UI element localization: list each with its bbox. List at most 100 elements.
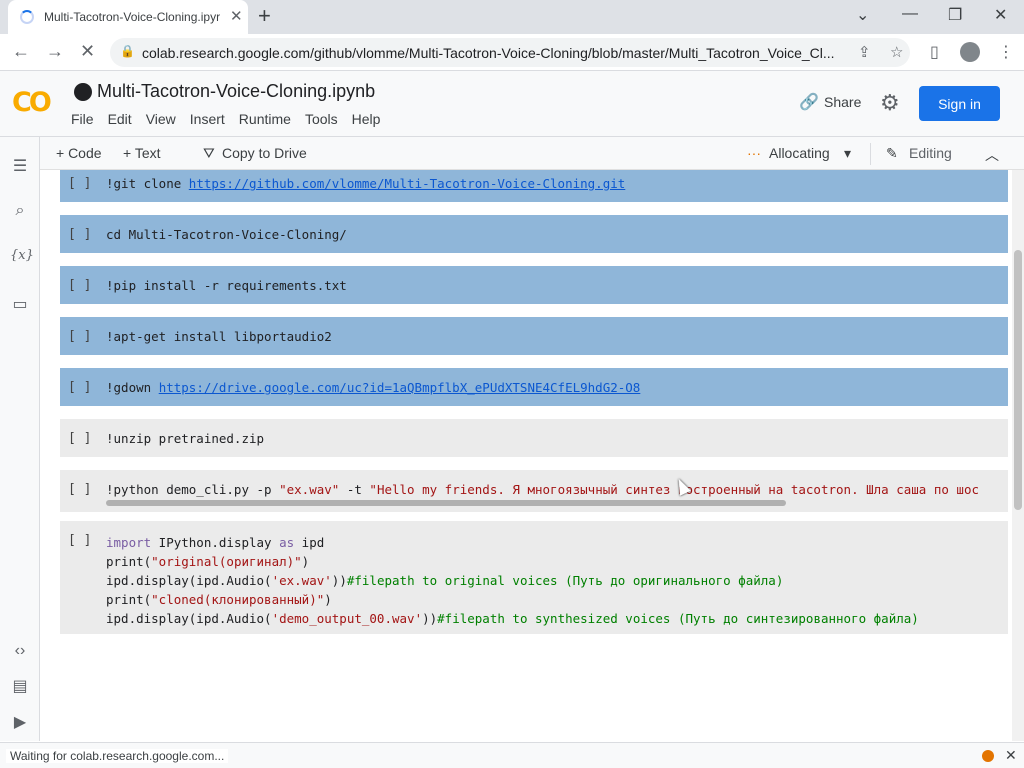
code-token: print( bbox=[106, 554, 152, 569]
vertical-scrollbar-thumb[interactable] bbox=[1014, 250, 1022, 510]
cell-code[interactable]: !unzip pretrained.zip bbox=[106, 431, 999, 446]
code-token: IPython.display bbox=[151, 535, 280, 550]
cell-code[interactable]: !git clone https://github.com/vlomme/Mul… bbox=[106, 176, 999, 191]
status-indicator-icon bbox=[982, 750, 994, 762]
run-cell-button[interactable]: [ ] bbox=[68, 176, 91, 191]
terminal-icon[interactable]: ▶ bbox=[10, 712, 30, 732]
browser-menu-icon[interactable]: ⋮ bbox=[998, 42, 1014, 62]
code-token: ipd.display(ipd.Audio( bbox=[106, 611, 272, 626]
loading-spinner-icon bbox=[20, 10, 34, 24]
run-cell-button[interactable]: [ ] bbox=[68, 227, 91, 242]
stop-loading-button[interactable]: ✕ bbox=[80, 41, 95, 62]
cell-code[interactable]: cd Multi-Tacotron-Voice-Cloning/ bbox=[106, 227, 999, 242]
browser-tab-strip: Multi-Tacotron-Voice-Cloning.ipyr ✕ + ⌄ … bbox=[0, 0, 1024, 34]
code-line: import IPython.display as ipd bbox=[106, 533, 999, 552]
settings-gear-icon[interactable]: ⚙ bbox=[880, 90, 900, 116]
tab-close-icon[interactable]: ✕ bbox=[230, 7, 243, 25]
share-page-icon[interactable]: ⇪ bbox=[858, 43, 871, 61]
cell-code[interactable]: !apt-get install libportaudio2 bbox=[106, 329, 999, 344]
code-token: #filepath to synthesized voices (Путь до… bbox=[437, 611, 919, 626]
side-panel-icon[interactable]: ▯ bbox=[930, 42, 939, 62]
code-token: as bbox=[279, 535, 295, 550]
pencil-icon: ✎ bbox=[886, 145, 898, 161]
code-snippets-icon[interactable]: ‹› bbox=[10, 642, 30, 660]
run-cell-button[interactable]: [ ] bbox=[68, 380, 91, 395]
bookmark-star-icon[interactable]: ☆ bbox=[890, 43, 903, 61]
code-token: #filepath to original voices (Путь до ор… bbox=[346, 573, 784, 588]
code-line: ipd.display(ipd.Audio('demo_output_00.wa… bbox=[106, 609, 999, 628]
code-cell[interactable]: [ ] import IPython.display as ipd print("… bbox=[60, 521, 1008, 634]
menu-edit[interactable]: Edit bbox=[108, 111, 132, 127]
code-token: "cloned(клонированный)" bbox=[151, 592, 325, 607]
code-token: print( bbox=[106, 592, 152, 607]
code-cell[interactable]: [ ] !git clone https://github.com/vlomme… bbox=[60, 170, 1008, 202]
code-cell[interactable]: [ ] cd Multi-Tacotron-Voice-Cloning/ bbox=[60, 215, 1008, 253]
tab-search-icon[interactable]: ⌄ bbox=[856, 5, 869, 25]
chevron-down-icon[interactable]: ▾ bbox=[844, 145, 851, 162]
code-token: ipd bbox=[294, 535, 325, 550]
code-token: !unzip pretrained.zip bbox=[106, 431, 265, 446]
close-status-icon[interactable]: ✕ bbox=[1005, 747, 1017, 764]
notebook-title[interactable]: Multi-Tacotron-Voice-Cloning.ipynb bbox=[97, 81, 375, 102]
code-link[interactable]: https://drive.google.com/uc?id=1aQBmpflb… bbox=[159, 380, 641, 395]
colab-toolbar: + Code + Text ⛛ Copy to Drive ··· Alloca… bbox=[40, 137, 1024, 170]
code-token: cd Multi-Tacotron-Voice-Cloning/ bbox=[106, 227, 347, 242]
code-cell[interactable]: [ ] !python demo_cli.py -p "ex.wav" -t "… bbox=[60, 470, 1008, 512]
address-bar[interactable]: 🔒 colab.research.google.com/github/vlomm… bbox=[110, 38, 910, 67]
drive-icon: ⛛ bbox=[203, 145, 215, 161]
table-of-contents-icon[interactable]: ☰ bbox=[10, 156, 30, 176]
collapse-header-icon[interactable]: ︿ bbox=[985, 145, 999, 165]
search-icon[interactable]: ⌕ bbox=[10, 202, 30, 220]
cell-code[interactable]: !gdown https://drive.google.com/uc?id=1a… bbox=[106, 380, 999, 395]
command-palette-icon[interactable]: ▤ bbox=[10, 676, 30, 696]
editing-mode-button[interactable]: Editing bbox=[909, 145, 952, 161]
close-window-button[interactable]: ✕ bbox=[994, 5, 1007, 25]
new-tab-button[interactable]: + bbox=[258, 3, 271, 29]
code-link[interactable]: https://github.com/vlomme/Multi-Tacotron… bbox=[189, 176, 626, 191]
run-cell-button[interactable]: [ ] bbox=[68, 329, 91, 344]
run-cell-button[interactable]: [ ] bbox=[68, 278, 91, 293]
runtime-status-button[interactable]: Allocating bbox=[769, 145, 830, 161]
browser-tab[interactable]: Multi-Tacotron-Voice-Cloning.ipyr ✕ bbox=[8, 0, 248, 34]
allocating-dots-icon: ··· bbox=[747, 145, 761, 161]
share-button[interactable]: Share bbox=[824, 94, 861, 110]
menu-tools[interactable]: Tools bbox=[305, 111, 338, 127]
add-text-cell-button[interactable]: + Text bbox=[123, 145, 161, 161]
url-text[interactable]: colab.research.google.com/github/vlomme/… bbox=[142, 45, 842, 61]
code-cell[interactable]: [ ] !pip install -r requirements.txt bbox=[60, 266, 1008, 304]
run-cell-button[interactable]: [ ] bbox=[68, 482, 91, 497]
profile-avatar[interactable] bbox=[960, 42, 980, 62]
left-sidebar: ☰ ⌕ {x} ▭ ‹› ▤ ▶ bbox=[0, 137, 40, 741]
cell-code[interactable]: !python demo_cli.py -p "ex.wav" -t "Hell… bbox=[106, 482, 999, 497]
back-button[interactable]: ← bbox=[12, 41, 30, 62]
restore-button[interactable]: ❐ bbox=[948, 5, 962, 25]
code-cell[interactable]: [ ] !apt-get install libportaudio2 bbox=[60, 317, 1008, 355]
code-token: )) bbox=[422, 611, 438, 626]
files-folder-icon[interactable]: ▭ bbox=[10, 294, 30, 314]
menu-runtime[interactable]: Runtime bbox=[239, 111, 291, 127]
copy-to-drive-button[interactable]: Copy to Drive bbox=[222, 145, 307, 161]
add-code-cell-button[interactable]: + Code bbox=[56, 145, 102, 161]
run-cell-button[interactable]: [ ] bbox=[68, 431, 91, 446]
code-cell[interactable]: [ ] !unzip pretrained.zip bbox=[60, 419, 1008, 457]
run-cell-button[interactable]: [ ] bbox=[68, 533, 91, 548]
menu-view[interactable]: View bbox=[146, 111, 176, 127]
colab-logo[interactable]: CO bbox=[12, 87, 52, 118]
menu-help[interactable]: Help bbox=[352, 111, 381, 127]
variables-icon[interactable]: {x} bbox=[10, 248, 34, 263]
lock-icon[interactable]: 🔒 bbox=[120, 44, 135, 58]
menu-file[interactable]: File bbox=[71, 111, 94, 127]
minimize-button[interactable]: — bbox=[902, 5, 918, 23]
code-cell[interactable]: [ ] !gdown https://drive.google.com/uc?i… bbox=[60, 368, 1008, 406]
code-token: "ex.wav" bbox=[279, 482, 340, 497]
code-token: !pip install -r requirements.txt bbox=[106, 278, 347, 293]
horizontal-scrollbar[interactable] bbox=[106, 500, 786, 506]
menu-insert[interactable]: Insert bbox=[190, 111, 225, 127]
forward-button[interactable]: → bbox=[46, 41, 64, 62]
cell-code[interactable]: !pip install -r requirements.txt bbox=[106, 278, 999, 293]
sign-in-button[interactable]: Sign in bbox=[919, 86, 1000, 121]
cell-code[interactable]: import IPython.display as ipd print("orig… bbox=[106, 533, 999, 628]
notebook-area: [ ] !git clone https://github.com/vlomme… bbox=[40, 170, 1024, 741]
code-line: print("cloned(клонированный)") bbox=[106, 590, 999, 609]
code-line: ipd.display(ipd.Audio('ex.wav'))#filepat… bbox=[106, 571, 999, 590]
